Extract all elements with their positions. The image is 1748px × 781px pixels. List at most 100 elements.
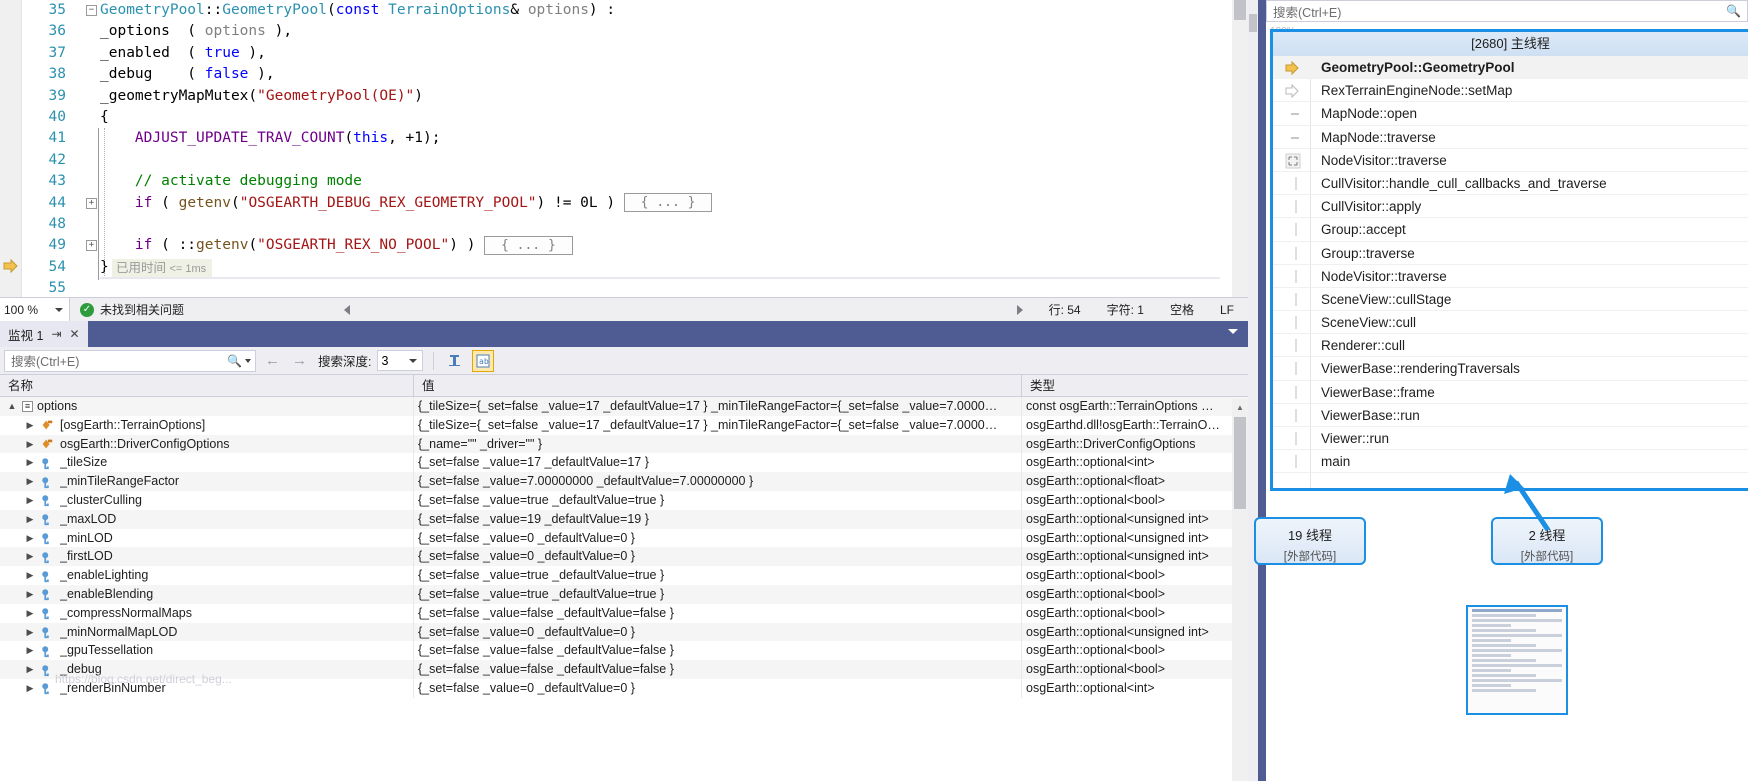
table-row[interactable]: ▶ _gpuTessellation {_set=false _value=fals… [0,641,1248,661]
call-stack-frame[interactable]: RexTerrainEngineNode::setMap [1273,79,1748,103]
collapsed-block[interactable]: { ... } [623,193,713,213]
chevron-down-icon[interactable] [245,358,251,363]
call-stack-frame[interactable]: CullVisitor::apply [1273,195,1748,219]
call-stack-frame[interactable]: CullVisitor::handle_cull_callbacks_and_t… [1273,172,1748,196]
cell-value[interactable]: {_tileSize={_set=false _value=17 _defaul… [414,415,1022,435]
table-row[interactable]: ▶ _enableBlending {_set=false _value=true … [0,584,1248,604]
table-row[interactable]: ▶ _compressNormalMaps {_set=false _value=f… [0,603,1248,623]
cell-value[interactable]: {_tileSize={_set=false _value=17 _defaul… [414,397,1022,416]
table-row[interactable]: ▶ osgEarth::DriverConfigOptions {_name="" … [0,434,1248,454]
call-stack-frame[interactable]: NodeVisitor::traverse [1273,149,1748,172]
search-icon[interactable]: 🔍 [227,354,242,368]
chevron-down-icon[interactable] [1228,329,1238,334]
table-row[interactable]: ▲ ≡ options {_tileSize={_set=false _value=1… [0,397,1248,416]
outline-expand-icon[interactable]: + [86,197,97,209]
watch-scroll-thumb[interactable] [1234,417,1246,509]
column-header-value[interactable]: 值 [414,374,1022,397]
expander-icon[interactable]: ▶ [24,566,36,585]
code-editor[interactable]: 35 − GeometryPool::GeometryPool(const Terr… [0,0,1248,297]
expander-icon[interactable]: ▶ [24,491,36,510]
problem-status[interactable]: ✓ 未找到相关问题 [70,301,184,318]
cell-value[interactable]: {_set=false _value=17 _defaultValue=17 } [414,453,1022,473]
call-stack-frame[interactable]: SceneView::cullStage [1273,288,1748,312]
cell-value[interactable]: {_set=false _value=true _defaultValue=tr… [414,490,1022,510]
zoom-level-combo[interactable]: 100 % [0,298,70,321]
pin-column-button[interactable] [444,350,466,372]
expander-icon[interactable]: ▶ [24,623,36,642]
cell-value[interactable]: {_set=false _value=0 _defaultValue=0 } [414,678,1022,698]
thread-box-2[interactable]: 2 线程 [外部代码] [1491,517,1603,565]
search-prev-button[interactable]: ← [262,352,283,369]
tab-watch-1[interactable]: 监视 1 ⇥ ✕ [0,321,88,347]
cell-name[interactable]: ▲ ≡ options [0,397,414,416]
cell-name[interactable]: ▶ _gpuTessellation [0,641,414,661]
column-header-name[interactable]: 名称 [0,374,414,397]
call-stack-frame[interactable]: Group::traverse [1273,242,1748,265]
cell-value[interactable]: {_set=false _value=false _defaultValue=f… [414,660,1022,679]
search-depth-combo[interactable]: 3 [377,350,424,371]
outline-collapse-icon[interactable]: − [86,5,97,16]
cell-name[interactable]: ▶ _minLOD [0,528,414,548]
table-row[interactable]: ▶ _enableLighting {_set=false _value=true … [0,566,1248,585]
table-row[interactable]: ▶ _minLOD {_set=false _value=0 _defaultVal… [0,528,1248,548]
cell-value[interactable]: {_set=false _value=0 _defaultValue=0 } [414,528,1022,548]
call-stack-frame[interactable]: ViewerBase::run [1273,404,1748,427]
call-stack-frame[interactable]: main [1273,450,1748,474]
expander-icon[interactable]: ▶ [24,472,36,491]
collapsed-block[interactable]: { ... } [484,235,573,255]
cell-value[interactable]: {_set=false _value=true _defaultValue=tr… [414,566,1022,585]
nav-forward-icon[interactable] [1016,304,1023,315]
call-stack-frame[interactable]: Viewer::run [1273,427,1748,451]
call-stack-frame[interactable]: NodeVisitor::traverse [1273,265,1748,288]
expander-icon[interactable]: ▲ [6,397,18,416]
expander-icon[interactable]: ▶ [24,660,36,679]
cell-name[interactable]: ▶ [osgEarth::TerrainOptions] [0,415,414,435]
search-input[interactable]: 搜索(Ctrl+E) 🔍 [4,349,256,372]
chevron-down-icon[interactable] [409,358,418,363]
call-stack-frame[interactable]: MapNode::traverse [1273,126,1748,149]
expander-icon[interactable]: ▶ [24,679,36,698]
nav-back-icon[interactable] [344,304,351,315]
expander-icon[interactable]: ▶ [24,547,36,566]
call-stack-frame[interactable]: MapNode::open [1273,102,1748,126]
editor-scroll-thumb[interactable] [1234,0,1246,20]
scroll-up-icon[interactable]: ▲ [1232,399,1248,415]
table-row[interactable]: ▶ _minNormalMapLOD {_set=false _value=0 _d… [0,622,1248,642]
cell-name[interactable]: ▶ _minTileRangeFactor [0,472,414,491]
expander-icon[interactable]: ▶ [24,453,36,472]
cell-value[interactable]: {_set=false _value=0 _defaultValue=0 } [414,622,1022,642]
cell-value[interactable]: {_set=false _value=0 _defaultValue=0 } [414,547,1022,567]
expander-icon[interactable]: ▶ [24,416,36,435]
close-icon[interactable]: ✕ [70,327,80,341]
chevron-down-icon[interactable] [55,307,63,312]
cell-value[interactable]: {_set=false _value=false _defaultValue=f… [414,603,1022,623]
cell-name[interactable]: ▶ _minNormalMapLOD [0,622,414,642]
expander-icon[interactable]: ▶ [24,641,36,660]
cell-name[interactable]: ▶ osgEarth::DriverConfigOptions [0,434,414,454]
call-stack-frame[interactable]: ViewerBase::renderingTraversals [1273,357,1748,381]
cell-value[interactable]: {_set=false _value=19 _defaultValue=19 } [414,509,1022,529]
expand-frames-icon[interactable] [1285,153,1301,169]
expander-icon[interactable]: ▶ [24,435,36,454]
call-stack-frame[interactable]: Renderer::cull [1273,334,1748,358]
cell-name[interactable]: ▶ _enableLighting [0,566,414,585]
column-header-type[interactable]: 类型 [1022,375,1232,397]
table-row[interactable]: ▶ _maxLOD {_set=false _value=19 _defaultVa… [0,509,1248,529]
thread-box-19[interactable]: 19 线程 [外部代码] [1254,517,1366,565]
table-row[interactable]: ▶ _tileSize {_set=false _value=17 _default… [0,453,1248,473]
cell-name[interactable]: ▶ _enableBlending [0,584,414,604]
cell-value[interactable]: {_name="" _driver="" } [414,434,1022,454]
call-stack-frame[interactable]: SceneView::cull [1273,311,1748,335]
editor-vertical-scrollbar[interactable] [1232,0,1248,297]
cell-value[interactable]: {_set=false _value=7.00000000 _defaultVa… [414,472,1022,491]
search-icon[interactable]: 🔍 [1726,4,1741,18]
outline-expand-icon[interactable]: + [86,240,97,252]
expander-icon[interactable]: ▶ [24,585,36,604]
right-search-input[interactable]: 搜索(Ctrl+E) 🔍 [1266,0,1748,22]
table-row[interactable]: ▶ _minTileRangeFactor {_set=false _value=7… [0,472,1248,491]
cell-name[interactable]: ▶ _clusterCulling [0,490,414,510]
expander-icon[interactable]: ▶ [24,604,36,623]
call-stack-list[interactable]: [2680] 主线程 GeometryPool::GeometryPool Rex… [1270,29,1748,491]
cell-name[interactable]: ▶ _tileSize [0,453,414,473]
cell-name[interactable]: ▶ _compressNormalMaps [0,603,414,623]
